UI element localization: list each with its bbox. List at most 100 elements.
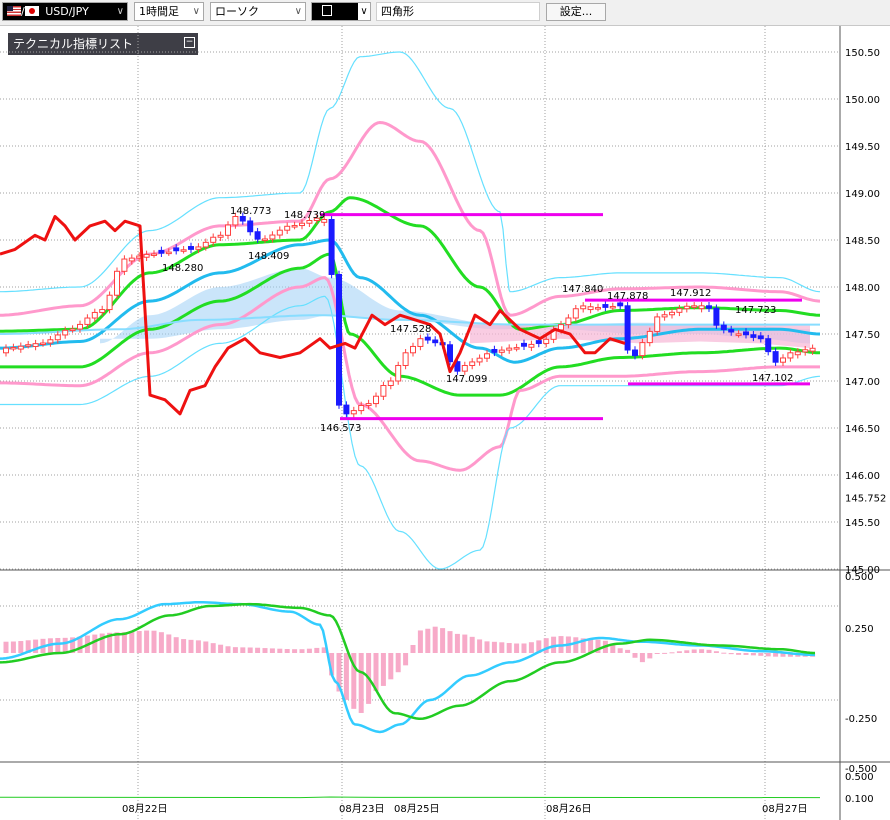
macd-bar xyxy=(269,648,275,653)
candle xyxy=(417,334,424,351)
candle-body xyxy=(276,229,283,236)
price-tick-label: 148.00 xyxy=(845,283,880,294)
chart-type-label: ローソク xyxy=(215,5,259,18)
macd-bar xyxy=(684,650,690,653)
candle-body xyxy=(595,307,601,310)
macd-tick-label: -0.250 xyxy=(845,714,877,725)
candle-body xyxy=(676,308,683,313)
macd-bar xyxy=(573,637,579,653)
candle xyxy=(506,344,513,354)
macd-bar xyxy=(388,653,394,680)
macd-tick-label: 0.500 xyxy=(845,572,874,583)
price-tick-label: 150.50 xyxy=(845,48,880,59)
candle-body xyxy=(387,380,394,386)
price-tick-label: 146.50 xyxy=(845,424,880,435)
price-annotation: 148.739 xyxy=(284,210,325,221)
candle xyxy=(706,302,712,313)
candle xyxy=(402,349,409,370)
candle xyxy=(151,250,157,258)
candle-body xyxy=(698,305,705,310)
toolbar: / USD/JPY ∨ 1時間足 ∨ ローソク ∨ ∨ 四角形 設定... xyxy=(0,0,890,26)
candle-body xyxy=(128,257,135,262)
candle-body xyxy=(358,404,365,412)
candle xyxy=(661,310,668,321)
candle xyxy=(284,222,291,234)
candle-body xyxy=(587,306,594,311)
macd-bar xyxy=(462,634,468,653)
candle xyxy=(350,406,357,418)
draw-tool-select[interactable]: ∨ xyxy=(311,2,371,21)
candle xyxy=(469,358,476,370)
candle xyxy=(328,215,335,279)
candle-body xyxy=(447,344,453,363)
candle-body xyxy=(254,231,261,240)
symbol-select[interactable]: / USD/JPY ∨ xyxy=(2,2,128,21)
timeframe-select[interactable]: 1時間足 ∨ xyxy=(134,2,204,21)
candle xyxy=(513,343,520,352)
macd-bar xyxy=(691,649,697,653)
candle-body xyxy=(639,342,646,357)
time-tick-label: 08月26日 xyxy=(546,803,591,815)
macd-bar xyxy=(195,640,201,653)
candle-body xyxy=(350,410,357,415)
settings-button[interactable]: 設定... xyxy=(546,3,606,21)
candle xyxy=(10,343,17,352)
macd-bar xyxy=(92,634,98,653)
shape-field[interactable]: 四角形 xyxy=(376,2,540,21)
chart-type-select[interactable]: ローソク ∨ xyxy=(210,2,306,21)
macd-bar xyxy=(203,641,209,653)
candle xyxy=(609,302,616,311)
candle-body xyxy=(521,342,527,347)
candle-body xyxy=(572,308,579,319)
time-tick-label: 08月27日 xyxy=(762,803,807,815)
bollinger-bands xyxy=(0,51,821,570)
candle-body xyxy=(617,302,624,307)
candle-body xyxy=(476,357,483,363)
candle xyxy=(683,302,690,313)
macd-bar xyxy=(654,653,660,654)
price-annotation: 147.099 xyxy=(446,374,487,385)
macd-bar xyxy=(136,631,142,653)
candle xyxy=(476,354,483,366)
candle-body xyxy=(713,307,720,326)
candle xyxy=(595,303,601,312)
candle xyxy=(580,302,587,313)
candle xyxy=(395,361,402,385)
rectangle-icon xyxy=(322,5,332,16)
candle xyxy=(602,300,609,312)
candle-body xyxy=(461,365,468,372)
candle-body xyxy=(417,338,424,347)
candle-body xyxy=(780,357,786,363)
price-annotation: 147.878 xyxy=(607,291,648,302)
candle xyxy=(158,246,165,257)
current-price-label: 145.752 xyxy=(845,494,886,505)
candle-body xyxy=(173,247,180,252)
macd-bar xyxy=(743,653,749,655)
candle-body xyxy=(528,343,535,348)
candle-body xyxy=(809,347,816,352)
time-tick-label: 08月23日 xyxy=(339,803,384,815)
time-tick-label: 08月25日 xyxy=(394,803,439,815)
candle xyxy=(698,302,705,313)
candle xyxy=(114,267,120,299)
candle-body xyxy=(217,234,224,238)
candle-body xyxy=(62,329,69,336)
candle xyxy=(106,291,113,314)
macd-bar xyxy=(299,649,305,653)
macd-bar xyxy=(62,637,68,653)
macd-bar xyxy=(129,631,135,653)
candle-body xyxy=(32,343,39,347)
macd-bar xyxy=(706,649,712,653)
lower-tick-label: 0.100 xyxy=(845,794,874,805)
macd-bar xyxy=(728,653,734,655)
macd-bar xyxy=(736,653,742,655)
candle xyxy=(32,339,39,351)
macd-bar xyxy=(188,639,194,653)
candle-body xyxy=(750,334,757,338)
chevron-down-icon: ∨ xyxy=(294,6,302,17)
macd-bar xyxy=(225,646,231,653)
candle-body xyxy=(40,342,46,346)
candle-body xyxy=(802,349,809,353)
candle-body xyxy=(787,352,794,359)
candle xyxy=(247,217,254,236)
